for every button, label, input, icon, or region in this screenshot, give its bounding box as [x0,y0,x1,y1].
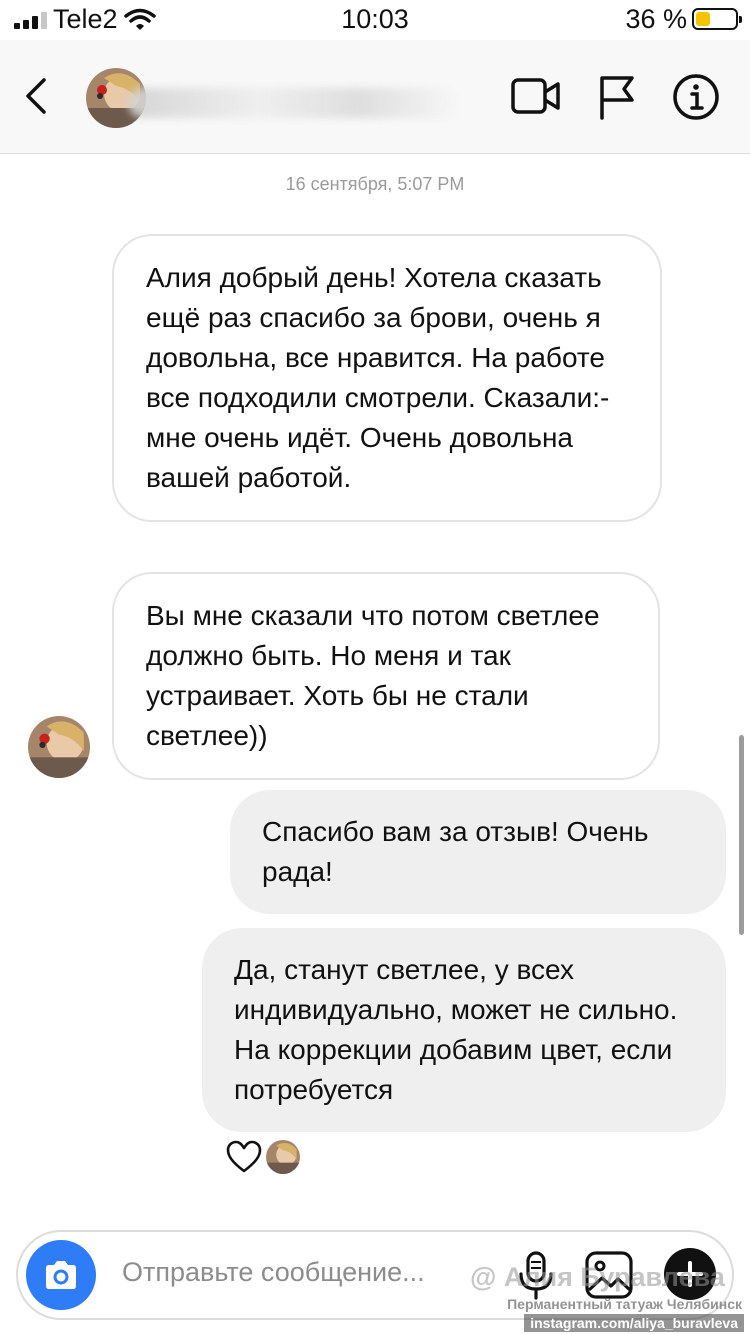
incoming-message[interactable]: Вы мне сказали что потом светлее должно … [112,572,660,780]
flag-icon[interactable] [598,74,638,120]
reactor-avatar [266,1140,300,1174]
info-icon[interactable] [672,73,720,121]
incoming-message[interactable]: Алия добрый день! Хотела сказать ещё раз… [112,234,662,522]
message-timestamp: 16 сентября, 5:07 PM [285,174,465,194]
contact-name-blurred [128,88,458,118]
sender-avatar[interactable] [28,716,90,778]
heart-icon [226,1140,262,1173]
battery-icon [692,8,742,30]
camera-button[interactable] [26,1240,96,1310]
battery-level [696,12,710,26]
message-input[interactable] [122,1257,482,1288]
watermark-subtitle: Перманентный татуаж Челябинск [507,1296,742,1312]
chat-header [0,40,750,154]
outgoing-message[interactable]: Да, станут светлее, у всех индивидуально… [202,928,726,1132]
camera-icon [46,1261,76,1289]
scrollbar[interactable] [739,735,744,935]
back-icon[interactable] [22,76,52,116]
watermark-url: instagram.com/aliya_buravleva [524,1314,744,1332]
message-reactions[interactable] [226,1140,300,1174]
status-bar: Tele2 10:03 36 % [0,0,750,40]
watermark-title: @ Алия Буравлева [470,1262,725,1292]
outgoing-message[interactable]: Спасибо вам за отзыв! Очень рада! [230,790,726,914]
battery-percent: 36 % [625,4,687,34]
video-call-icon[interactable] [510,76,562,116]
